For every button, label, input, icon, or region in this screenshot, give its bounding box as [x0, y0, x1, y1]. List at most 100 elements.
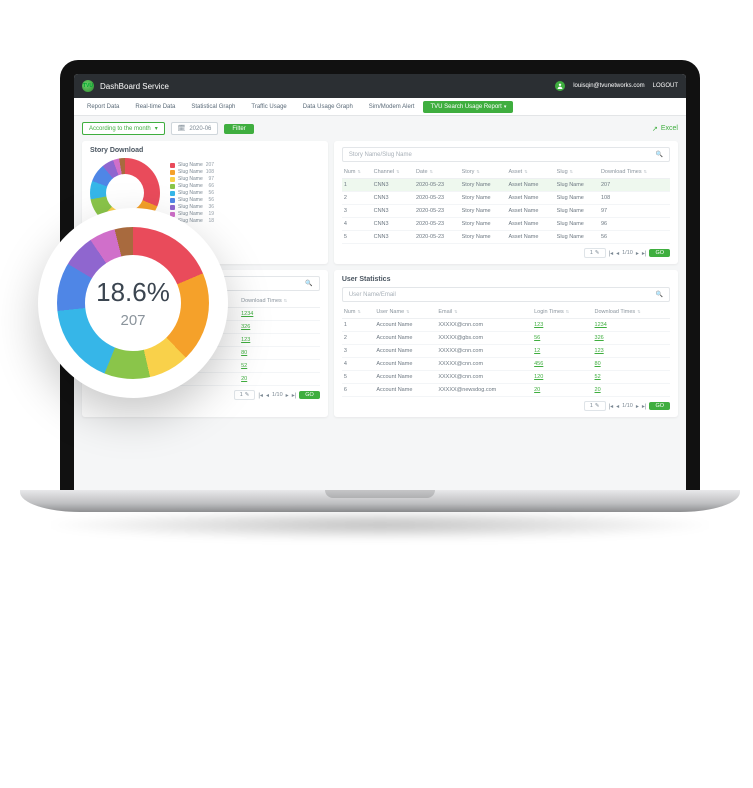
nav-data-usage-graph[interactable]: Data Usage Graph	[296, 101, 360, 113]
user-pager: 1✎ |◂ ◂ 1/10 ▸ ▸| GO	[342, 401, 670, 411]
legend-label: Slug Name	[178, 190, 203, 196]
download-times-link[interactable]: 1234	[595, 322, 607, 328]
donut-ring: 18.6% 207	[57, 227, 209, 379]
column-header[interactable]: Num⇅	[342, 166, 372, 179]
user-avatar-icon[interactable]	[555, 81, 565, 91]
legend-value: 97	[209, 176, 215, 182]
sort-icon: ⇅	[357, 169, 360, 174]
pager-last-icon[interactable]: ▸|	[642, 403, 647, 410]
user-email[interactable]: louisqin@tvunetworks.com	[573, 83, 644, 89]
login-times-link[interactable]: 12	[534, 348, 540, 354]
download-times-link[interactable]: 123	[595, 348, 604, 354]
legend-item: Slug Name19	[170, 211, 214, 217]
nav-tvu-search-usage[interactable]: TVU Search Usage Report▾	[423, 101, 513, 113]
pager-next-icon[interactable]: ▸	[636, 403, 639, 410]
highlight-value: 207	[120, 312, 145, 329]
user-search-input[interactable]: User Name/Email 🔍	[342, 287, 670, 302]
table-row[interactable]: 3Account NameXXXXX@cnn.com12123	[342, 345, 670, 358]
download-times-link[interactable]: 20	[241, 376, 247, 382]
download-times-link[interactable]: 80	[595, 361, 601, 367]
column-header[interactable]: Asset⇅	[506, 166, 554, 179]
pager-prev-icon[interactable]: ◂	[266, 392, 269, 399]
pager-prev-icon[interactable]: ◂	[616, 403, 619, 410]
pager-next-icon[interactable]: ▸	[636, 250, 639, 257]
pager-page-input[interactable]: 1✎	[584, 248, 606, 258]
story-search-input[interactable]: Story Name/Slug Name 🔍	[342, 147, 670, 162]
legend-item: Slug Name36	[170, 204, 214, 210]
table-row[interactable]: 2CNN32020-05-23Story NameAsset NameSlug …	[342, 192, 670, 205]
sort-icon: ⇅	[570, 169, 573, 174]
pager-page-input[interactable]: 1✎	[234, 390, 256, 400]
period-select[interactable]: According to the month ▾	[82, 122, 165, 135]
pager-next-icon[interactable]: ▸	[286, 392, 289, 399]
sort-icon: ⇅	[396, 169, 399, 174]
donut-center: 18.6% 207	[85, 255, 181, 351]
user-stats-card: User Statistics User Name/Email 🔍 Num⇅Us…	[334, 270, 678, 417]
story-table-card: Story Name/Slug Name 🔍 Num⇅Channel⇅Date⇅…	[334, 141, 678, 264]
column-header[interactable]: Download Times⇅	[593, 306, 670, 319]
login-times-link[interactable]: 123	[534, 322, 543, 328]
column-header[interactable]: Download Times⇅	[239, 295, 320, 308]
download-times-link[interactable]: 52	[241, 363, 247, 369]
story-pager: 1✎ |◂ ◂ 1/10 ▸ ▸| GO	[342, 248, 670, 258]
column-header[interactable]: Email⇅	[436, 306, 532, 319]
column-header[interactable]: Slug⇅	[555, 166, 599, 179]
filter-button[interactable]: Filter	[224, 124, 253, 134]
table-row[interactable]: 5CNN32020-05-23Story NameAsset NameSlug …	[342, 231, 670, 244]
column-header[interactable]: Story⇅	[460, 166, 507, 179]
legend-label: Slug Name	[178, 204, 203, 210]
pager-go-button[interactable]: GO	[649, 249, 670, 257]
date-picker[interactable]: 🗓 2020-06	[171, 122, 219, 135]
pager-prev-icon[interactable]: ◂	[616, 250, 619, 257]
nav-sim-modem-alert[interactable]: Sim/Modem Alert	[362, 101, 422, 113]
column-header[interactable]: User Name⇅	[374, 306, 436, 319]
nav-realtime-data[interactable]: Real-time Data	[128, 101, 182, 113]
legend-swatch	[170, 191, 175, 196]
column-header[interactable]: Num⇅	[342, 306, 374, 319]
download-times-link[interactable]: 326	[241, 324, 250, 330]
nav-statistical-graph[interactable]: Statistical Graph	[184, 101, 242, 113]
pager-first-icon[interactable]: |◂	[609, 250, 614, 257]
column-header[interactable]: Download Times⇅	[599, 166, 670, 179]
pager-go-button[interactable]: GO	[299, 391, 320, 399]
download-times-link[interactable]: 1234	[241, 311, 253, 317]
excel-export[interactable]: ↗ Excel	[652, 125, 678, 133]
download-times-link[interactable]: 20	[595, 387, 601, 393]
donut-legend: Slug Name207Slug Name108Slug Name97Slug …	[170, 162, 214, 224]
login-times-link[interactable]: 20	[534, 387, 540, 393]
pager-go-button[interactable]: GO	[649, 402, 670, 410]
download-times-link[interactable]: 80	[241, 350, 247, 356]
pencil-icon: ✎	[595, 250, 600, 256]
legend-value: 56	[209, 197, 215, 203]
download-times-link[interactable]: 123	[241, 337, 250, 343]
search-icon: 🔍	[656, 291, 663, 298]
pager-first-icon[interactable]: |◂	[258, 392, 263, 399]
login-times-link[interactable]: 56	[534, 335, 540, 341]
column-header[interactable]: Login Times⇅	[532, 306, 592, 319]
pager-page-input[interactable]: 1✎	[584, 401, 606, 411]
table-row[interactable]: 1CNN32020-05-23Story NameAsset NameSlug …	[342, 179, 670, 192]
pager-last-icon[interactable]: ▸|	[292, 392, 297, 399]
column-header[interactable]: Date⇅	[414, 166, 460, 179]
pager-last-icon[interactable]: ▸|	[642, 250, 647, 257]
table-row[interactable]: 4CNN32020-05-23Story NameAsset NameSlug …	[342, 218, 670, 231]
logout-link[interactable]: LOGOUT	[653, 83, 678, 89]
nav-traffic-usage[interactable]: Traffic Usage	[244, 101, 293, 113]
laptop-base	[20, 490, 740, 512]
nav-report-data[interactable]: Report Data	[80, 101, 126, 113]
download-times-link[interactable]: 326	[595, 335, 604, 341]
table-row[interactable]: 1Account NameXXXXX@cnn.com1231234	[342, 319, 670, 332]
table-row[interactable]: 2Account NameXXXXX@gbs.com56326	[342, 332, 670, 345]
table-row[interactable]: 3CNN32020-05-23Story NameAsset NameSlug …	[342, 205, 670, 218]
table-row[interactable]: 4Account NameXXXXX@cnn.com45680	[342, 358, 670, 371]
pager-total: 1/10	[622, 403, 633, 409]
table-row[interactable]: 5Account NameXXXXX@cnn.com12052	[342, 371, 670, 384]
pager-first-icon[interactable]: |◂	[609, 403, 614, 410]
login-times-link[interactable]: 120	[534, 374, 543, 380]
table-row[interactable]: 6Account NameXXXXX@newsdog.com2020	[342, 384, 670, 397]
login-times-link[interactable]: 456	[534, 361, 543, 367]
sort-icon: ⇅	[644, 169, 647, 174]
download-times-link[interactable]: 52	[595, 374, 601, 380]
column-header[interactable]: Channel⇅	[372, 166, 414, 179]
main-nav: Report Data Real-time Data Statistical G…	[74, 98, 686, 116]
